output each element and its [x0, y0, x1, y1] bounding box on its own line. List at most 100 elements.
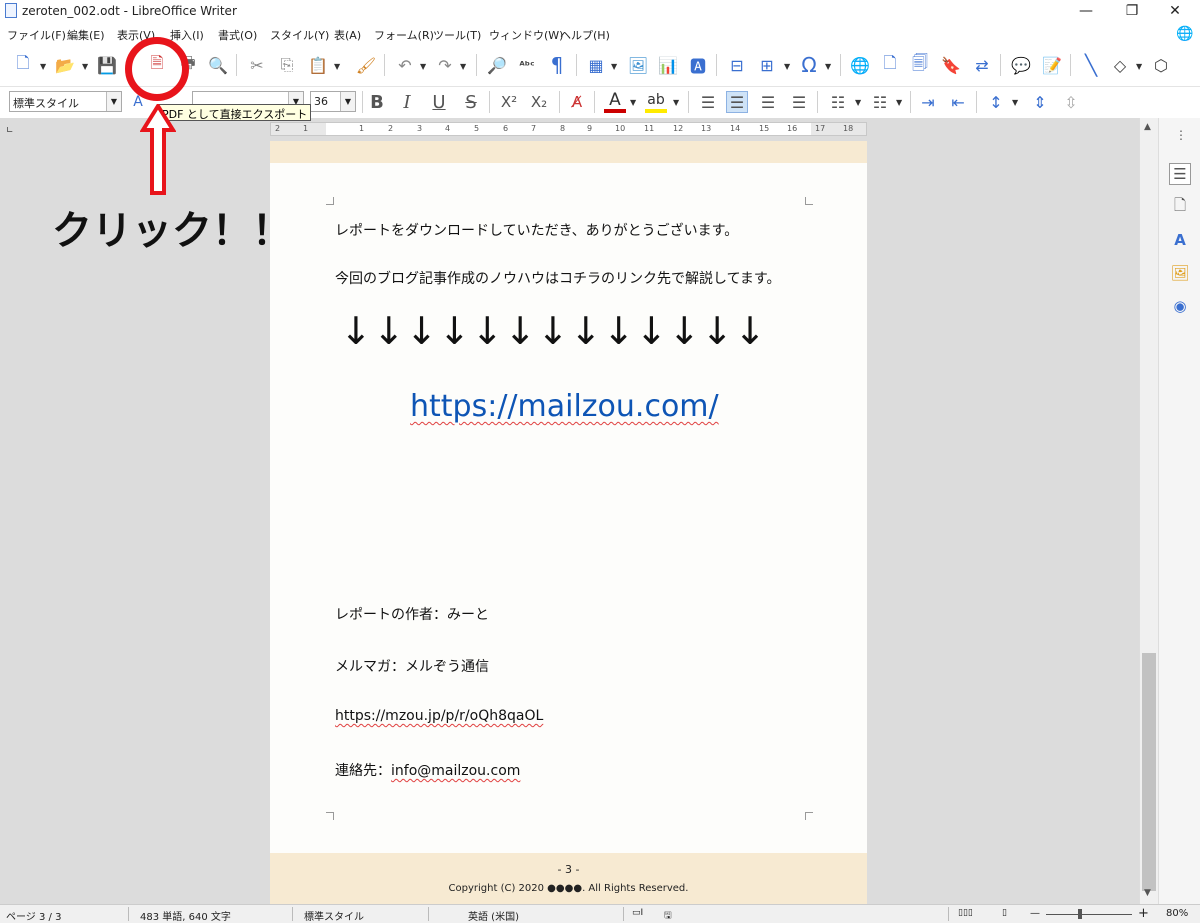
- menu-file[interactable]: ファイル(F): [7, 27, 66, 43]
- menu-form[interactable]: フォーム(R): [374, 27, 434, 43]
- line-icon[interactable]: ╲: [1080, 53, 1102, 77]
- zoom-level[interactable]: 80%: [1166, 908, 1188, 919]
- globe-icon[interactable]: 🌐: [1176, 26, 1193, 42]
- increase-indent-icon[interactable]: ⇥: [917, 91, 939, 113]
- chevron-down-icon[interactable]: ▼: [40, 62, 46, 71]
- line-spacing-icon[interactable]: ↕: [985, 91, 1007, 113]
- bullet-list-icon[interactable]: ☷: [827, 91, 849, 113]
- print-preview-icon[interactable]: 🔍: [207, 54, 229, 76]
- paste-icon[interactable]: 📋: [307, 54, 329, 76]
- minimize-button[interactable]: —: [1063, 0, 1109, 23]
- subscript-icon[interactable]: X₂: [528, 91, 550, 113]
- menu-styles[interactable]: スタイル(Y): [270, 27, 329, 43]
- bookmark-icon[interactable]: 🔖: [940, 54, 962, 76]
- close-button[interactable]: ✕: [1152, 0, 1198, 23]
- align-center-icon[interactable]: ☰: [726, 91, 748, 113]
- contact-email[interactable]: info@mailzou.com: [391, 763, 520, 779]
- page-break-icon[interactable]: ⊟: [726, 54, 748, 76]
- book-view-icon[interactable]: ▯: [1002, 908, 1007, 918]
- copy-icon[interactable]: ⎘: [276, 54, 298, 76]
- chevron-down-icon[interactable]: ▼: [106, 92, 121, 111]
- undo-icon[interactable]: ↶: [394, 54, 416, 76]
- open-folder-icon[interactable]: 📂: [54, 54, 76, 76]
- insert-table-icon[interactable]: ▦: [585, 54, 607, 76]
- navigator-icon[interactable]: ◉: [1169, 295, 1191, 317]
- language[interactable]: 英語 (米国): [468, 908, 519, 923]
- chevron-down-icon[interactable]: ▼: [825, 62, 831, 71]
- chevron-down-icon[interactable]: ▼: [784, 62, 790, 71]
- draw-functions-icon[interactable]: ⬡: [1150, 54, 1172, 76]
- horizontal-ruler[interactable]: 2 1 1 2 3 4 5 6 7 8 9 10 11 12 13 14 15 …: [270, 122, 867, 136]
- insert-textbox-icon[interactable]: 🅰: [687, 54, 709, 76]
- document-page[interactable]: レポートをダウンロードしていただき、ありがとうございます。 今回のブログ記事作成…: [270, 141, 867, 904]
- styles-icon[interactable]: A: [1169, 229, 1191, 251]
- restore-button[interactable]: ❐: [1109, 0, 1155, 23]
- menu-format[interactable]: 書式(O): [218, 27, 257, 43]
- highlight-color-icon[interactable]: ab: [645, 91, 667, 113]
- new-document-icon[interactable]: 🗋: [12, 53, 34, 76]
- gallery-icon[interactable]: 🖼: [1169, 262, 1191, 284]
- single-page-view-icon[interactable]: ▯▯▯: [958, 908, 973, 918]
- save-icon[interactable]: 💾: [96, 54, 118, 76]
- align-left-icon[interactable]: ☰: [697, 91, 719, 113]
- endnote-icon[interactable]: 🗐: [909, 53, 931, 76]
- bold-icon[interactable]: B: [366, 91, 388, 113]
- insert-chart-icon[interactable]: 📊: [657, 54, 679, 76]
- word-count[interactable]: 483 単語, 640 文字: [140, 908, 231, 923]
- page-style[interactable]: 標準スタイル: [304, 908, 364, 923]
- chevron-down-icon[interactable]: ▼: [82, 62, 88, 71]
- track-changes-icon[interactable]: 📝: [1041, 54, 1063, 76]
- clear-formatting-icon[interactable]: A̸: [566, 91, 588, 113]
- underline-icon[interactable]: U: [428, 91, 450, 113]
- basic-shapes-icon[interactable]: ◇: [1109, 54, 1131, 76]
- formatting-marks-icon[interactable]: ¶: [546, 53, 568, 77]
- menu-table[interactable]: 表(A): [334, 27, 361, 43]
- cross-reference-icon[interactable]: ⇄: [971, 54, 993, 76]
- menu-tools[interactable]: ツール(T): [433, 27, 481, 43]
- justify-icon[interactable]: ☰: [788, 91, 810, 113]
- chevron-down-icon[interactable]: ▼: [420, 62, 426, 71]
- hyperlink-icon[interactable]: 🌐: [849, 54, 871, 76]
- chevron-down-icon[interactable]: ▼: [1012, 98, 1018, 107]
- newsletter-url[interactable]: https://mzou.jp/p/r/oQh8qaOL: [335, 708, 543, 724]
- menu-insert[interactable]: 挿入(I): [170, 27, 204, 43]
- scroll-up-icon[interactable]: ▲: [1144, 122, 1151, 132]
- decrease-indent-icon[interactable]: ⇤: [947, 91, 969, 113]
- zoom-slider[interactable]: [1046, 914, 1132, 915]
- menu-window[interactable]: ウィンドウ(W): [489, 27, 563, 43]
- chevron-down-icon[interactable]: ▼: [896, 98, 902, 107]
- scrollbar-thumb[interactable]: [1142, 653, 1156, 891]
- font-size-select[interactable]: 36 ▼: [310, 91, 356, 112]
- main-link[interactable]: https://mailzou.com/: [410, 389, 719, 424]
- chevron-down-icon[interactable]: ▼: [630, 98, 636, 107]
- page-count[interactable]: ページ 3 / 3: [6, 908, 61, 923]
- increase-spacing-icon[interactable]: ⇕: [1029, 91, 1051, 113]
- chevron-down-icon[interactable]: ▼: [340, 92, 355, 111]
- clone-formatting-icon[interactable]: 🖌: [355, 54, 377, 76]
- vertical-scrollbar[interactable]: ▲ ▼: [1139, 118, 1158, 904]
- chevron-down-icon[interactable]: ▼: [611, 62, 617, 71]
- chevron-down-icon[interactable]: ▼: [673, 98, 679, 107]
- menu-help[interactable]: ヘルプ(H): [560, 27, 610, 43]
- numbered-list-icon[interactable]: ☷: [869, 91, 891, 113]
- footnote-icon[interactable]: 🗋: [879, 53, 901, 76]
- special-character-icon[interactable]: Ω: [798, 53, 820, 77]
- font-color-icon[interactable]: A: [604, 90, 626, 113]
- find-replace-icon[interactable]: 🔎: [486, 54, 508, 76]
- chevron-down-icon[interactable]: ▼: [855, 98, 861, 107]
- cut-icon[interactable]: ✂: [246, 54, 268, 76]
- selection-mode-icon[interactable]: ▭I: [632, 908, 643, 918]
- zoom-slider-thumb[interactable]: [1078, 909, 1082, 919]
- chevron-down-icon[interactable]: ▼: [1136, 62, 1142, 71]
- sidebar-menu-icon[interactable]: ⋮: [1175, 128, 1187, 142]
- chevron-down-icon[interactable]: ▼: [334, 62, 340, 71]
- chevron-down-icon[interactable]: ▼: [460, 62, 466, 71]
- insert-field-icon[interactable]: ⊞: [756, 54, 778, 76]
- zoom-out-icon[interactable]: —: [1030, 908, 1040, 919]
- spelling-icon[interactable]: ᴬᵇᶜ: [516, 54, 538, 76]
- strikethrough-icon[interactable]: S: [460, 91, 482, 113]
- properties-icon[interactable]: ☰: [1169, 163, 1191, 185]
- paragraph-style-select[interactable]: 標準スタイル ▼: [9, 91, 122, 112]
- menu-edit[interactable]: 編集(E): [67, 27, 105, 43]
- decrease-spacing-icon[interactable]: ⇳: [1060, 91, 1082, 113]
